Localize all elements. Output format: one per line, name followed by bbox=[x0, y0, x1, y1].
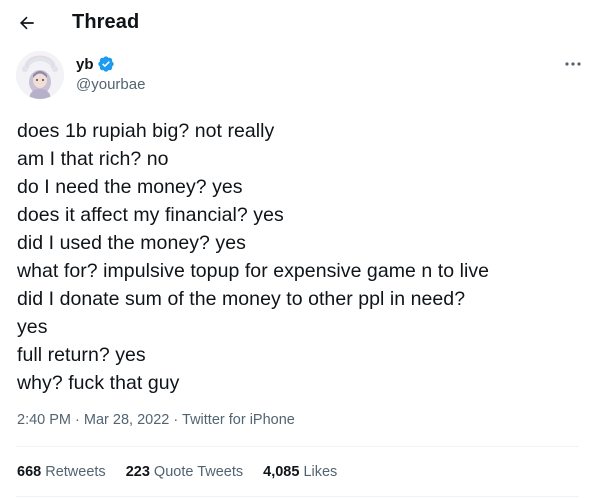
likes-stat[interactable]: 4,085 Likes bbox=[263, 464, 337, 480]
more-horizontal-icon bbox=[565, 62, 581, 66]
tweet-stats: 668 Retweets 223 Quote Tweets 4,085 Like… bbox=[17, 464, 357, 480]
tweet-date[interactable]: Mar 28, 2022 bbox=[84, 412, 169, 428]
tweet-text: does 1b rupiah big? not really am I that… bbox=[17, 117, 587, 397]
likes-count: 4,085 bbox=[263, 464, 300, 480]
tweet-line: did I donate sum of the money to other p… bbox=[17, 288, 466, 310]
retweets-count: 668 bbox=[17, 464, 42, 480]
meta-separator: · bbox=[173, 412, 179, 428]
quote-tweets-stat[interactable]: 223 Quote Tweets bbox=[126, 464, 243, 480]
tweet-line: did I used the money? yes bbox=[17, 232, 246, 254]
tweet-line: full return? yes bbox=[17, 344, 146, 366]
divider bbox=[16, 446, 579, 447]
author-handle[interactable]: @yourbae bbox=[76, 76, 145, 93]
retweets-label: Retweets bbox=[45, 464, 106, 480]
page-title: Thread bbox=[72, 11, 140, 33]
arrow-left-icon bbox=[19, 16, 34, 30]
tweet-line: does it affect my financial? yes bbox=[17, 204, 284, 226]
divider bbox=[16, 496, 579, 497]
tweet-line: what for? impulsive topup for expensive … bbox=[17, 260, 490, 282]
retweets-stat[interactable]: 668 Retweets bbox=[17, 464, 106, 480]
avatar-image bbox=[16, 51, 64, 99]
more-options-button[interactable] bbox=[561, 54, 585, 74]
tweet-line: why? fuck that guy bbox=[17, 372, 180, 394]
author-name[interactable]: yb bbox=[76, 56, 94, 73]
verified-badge-icon bbox=[97, 55, 115, 73]
quote-tweets-count: 223 bbox=[125, 464, 150, 480]
tweet-thread-page: Thread yb @yourbae does 1b rupiah big? n… bbox=[0, 0, 595, 498]
tweet-line: does 1b rupiah big? not really bbox=[17, 120, 275, 142]
header: Thread bbox=[0, 0, 595, 46]
likes-label: Likes bbox=[303, 464, 338, 480]
tweet-line: yes bbox=[17, 316, 48, 338]
tweet-line: am I that rich? no bbox=[17, 148, 169, 170]
author-name-row[interactable]: yb bbox=[76, 55, 115, 73]
quote-tweets-label: Quote Tweets bbox=[153, 464, 244, 480]
tweet-meta: 2:40 PM · Mar 28, 2022 · Twitter for iPh… bbox=[17, 412, 295, 428]
tweet-line: do I need the money? yes bbox=[17, 176, 243, 198]
tweet-source[interactable]: Twitter for iPhone bbox=[182, 412, 295, 428]
avatar[interactable] bbox=[16, 51, 64, 99]
tweet-time[interactable]: 2:40 PM bbox=[17, 412, 71, 428]
back-button[interactable] bbox=[14, 10, 40, 36]
meta-separator: · bbox=[75, 412, 80, 428]
